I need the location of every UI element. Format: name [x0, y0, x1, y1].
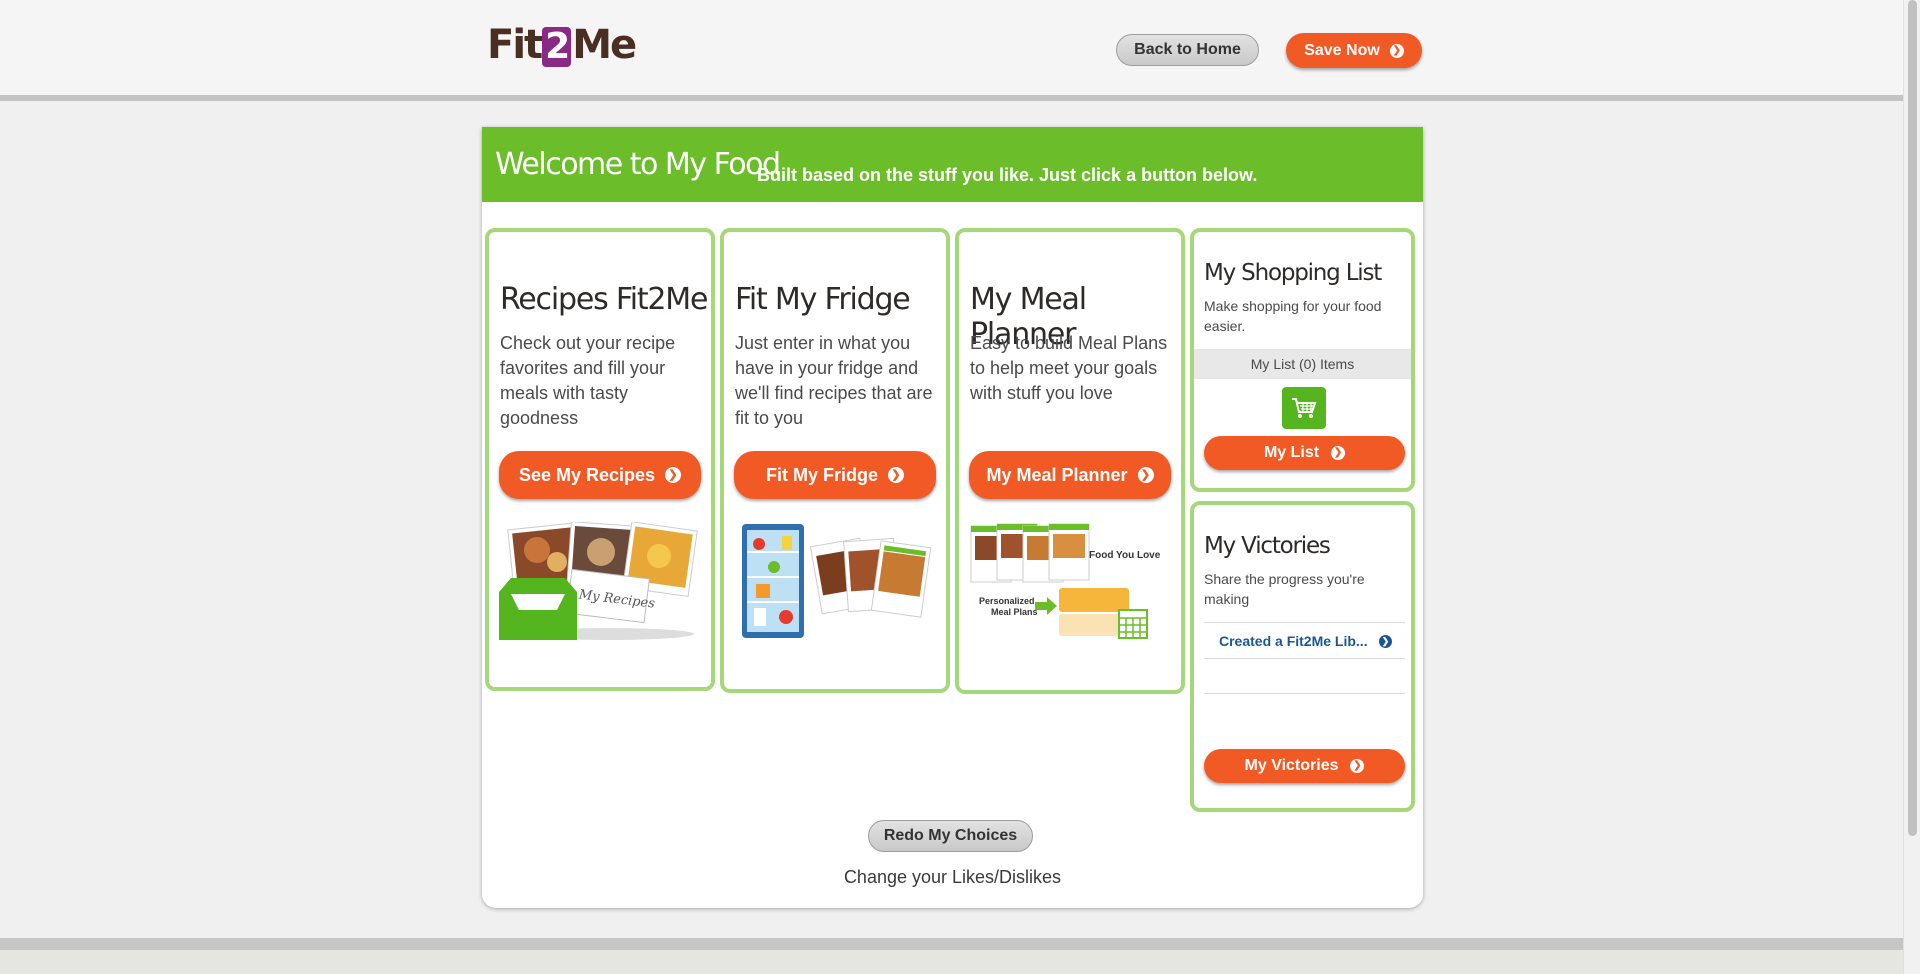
back-to-home-button[interactable]: Back to Home: [1116, 34, 1259, 66]
arrow-circle-right-icon: ❯: [665, 467, 682, 483]
recipes-card-desc: Check out your recipe favorites and fill…: [500, 333, 676, 428]
arrow-circle-right-icon: ❯: [1137, 467, 1154, 483]
personalized-label: Personalized: [979, 596, 1035, 606]
list-item: [1204, 658, 1405, 694]
fridge-illustration: [742, 524, 932, 638]
meal-planner-illustration: Food You Love Personalized Meal Plans: [970, 523, 1161, 639]
back-to-home-label: Back to Home: [1134, 41, 1241, 58]
scrollbar-thumb[interactable]: [1908, 0, 1917, 836]
recipes-illustration: My Recipes: [499, 522, 698, 640]
fit-my-fridge-label: Fit My Fridge: [766, 464, 878, 485]
shopping-list-title: My Shopping List: [1204, 260, 1382, 286]
my-victories-label: My Victories: [1244, 757, 1339, 774]
my-victories-button[interactable]: My Victories ❯: [1204, 749, 1405, 783]
redo-my-choices-label: Redo My Choices: [883, 827, 1018, 844]
victories-title: My Victories: [1204, 533, 1331, 559]
arrow-circle-right-icon: ❯: [1379, 634, 1392, 648]
list-item[interactable]: Created a Fit2Me Lib... ❯: [1204, 622, 1405, 658]
top-header: Fit 2 Me Back to Home Save Now ❯: [0, 0, 1903, 101]
my-list-label: My List: [1263, 444, 1320, 461]
my-meal-planner-button[interactable]: My Meal Planner ❯: [969, 451, 1171, 499]
banner-subtitle: Built based on the stuff you like. Just …: [757, 165, 1258, 185]
page-title: Welcome to My Food: [495, 147, 781, 182]
victories-desc: Share the progress you're making: [1204, 571, 1365, 607]
victories-card: My Victories Share the progress you're m…: [1190, 501, 1415, 812]
save-now-label: Save Now: [1304, 41, 1380, 59]
my-food-panel: Welcome to My Food Built based on the st…: [482, 127, 1423, 908]
arrow-circle-right-icon: ❯: [1331, 446, 1346, 460]
page-scrollbar[interactable]: [1903, 0, 1920, 974]
redo-my-choices-button[interactable]: Redo My Choices: [868, 820, 1033, 852]
fridge-card-desc: Just enter in what you have in your frid…: [735, 333, 933, 428]
fit-my-fridge-button[interactable]: Fit My Fridge ❯: [734, 451, 936, 499]
see-my-recipes-label: See My Recipes: [518, 464, 656, 485]
recipes-card-title: Recipes Fit2Me: [500, 282, 708, 317]
footer-divider: [0, 938, 1903, 950]
victory-item-label: Created a Fit2Me Lib...: [1219, 633, 1368, 649]
save-now-button[interactable]: Save Now ❯: [1286, 33, 1422, 68]
food-you-love-label: Food You Love: [1089, 550, 1161, 561]
shopping-list-card: My Shopping List Make shopping for your …: [1190, 228, 1415, 492]
arrow-circle-right-icon: ❯: [1350, 759, 1365, 773]
list-item: [1204, 693, 1405, 729]
page-footer: [0, 950, 1903, 974]
fit2me-logo[interactable]: Fit 2 Me: [487, 23, 637, 67]
meal-planner-card: My Meal Planner Easy to build Meal Plans…: [955, 228, 1185, 694]
see-my-recipes-button[interactable]: See My Recipes ❯: [499, 451, 701, 499]
shopping-list-desc: Make shopping for your food easier.: [1204, 298, 1382, 334]
welcome-banner: Welcome to My Food Built based on the st…: [482, 127, 1423, 202]
my-meal-planner-label: My Meal Planner: [986, 464, 1128, 485]
my-list-button[interactable]: My List ❯: [1204, 436, 1405, 470]
fridge-card: Fit My Fridge Just enter in what you hav…: [720, 228, 950, 693]
shopping-cart-icon[interactable]: [1282, 387, 1326, 429]
arrow-circle-right-icon: ❯: [888, 467, 904, 483]
fridge-card-title: Fit My Fridge: [735, 282, 911, 317]
meal-planner-card-desc: Easy to build Meal Plans to help meet yo…: [970, 333, 1168, 403]
arrow-circle-right-icon: ❯: [1389, 43, 1404, 58]
change-likes-dislikes-text: Change your Likes/Dislikes: [843, 867, 1062, 887]
my-list-status: My List (0) Items: [1194, 349, 1411, 379]
recipes-card: Recipes Fit2Me Check out your recipe fav…: [485, 228, 715, 691]
meal-plans-label: Meal Plans: [991, 607, 1038, 617]
